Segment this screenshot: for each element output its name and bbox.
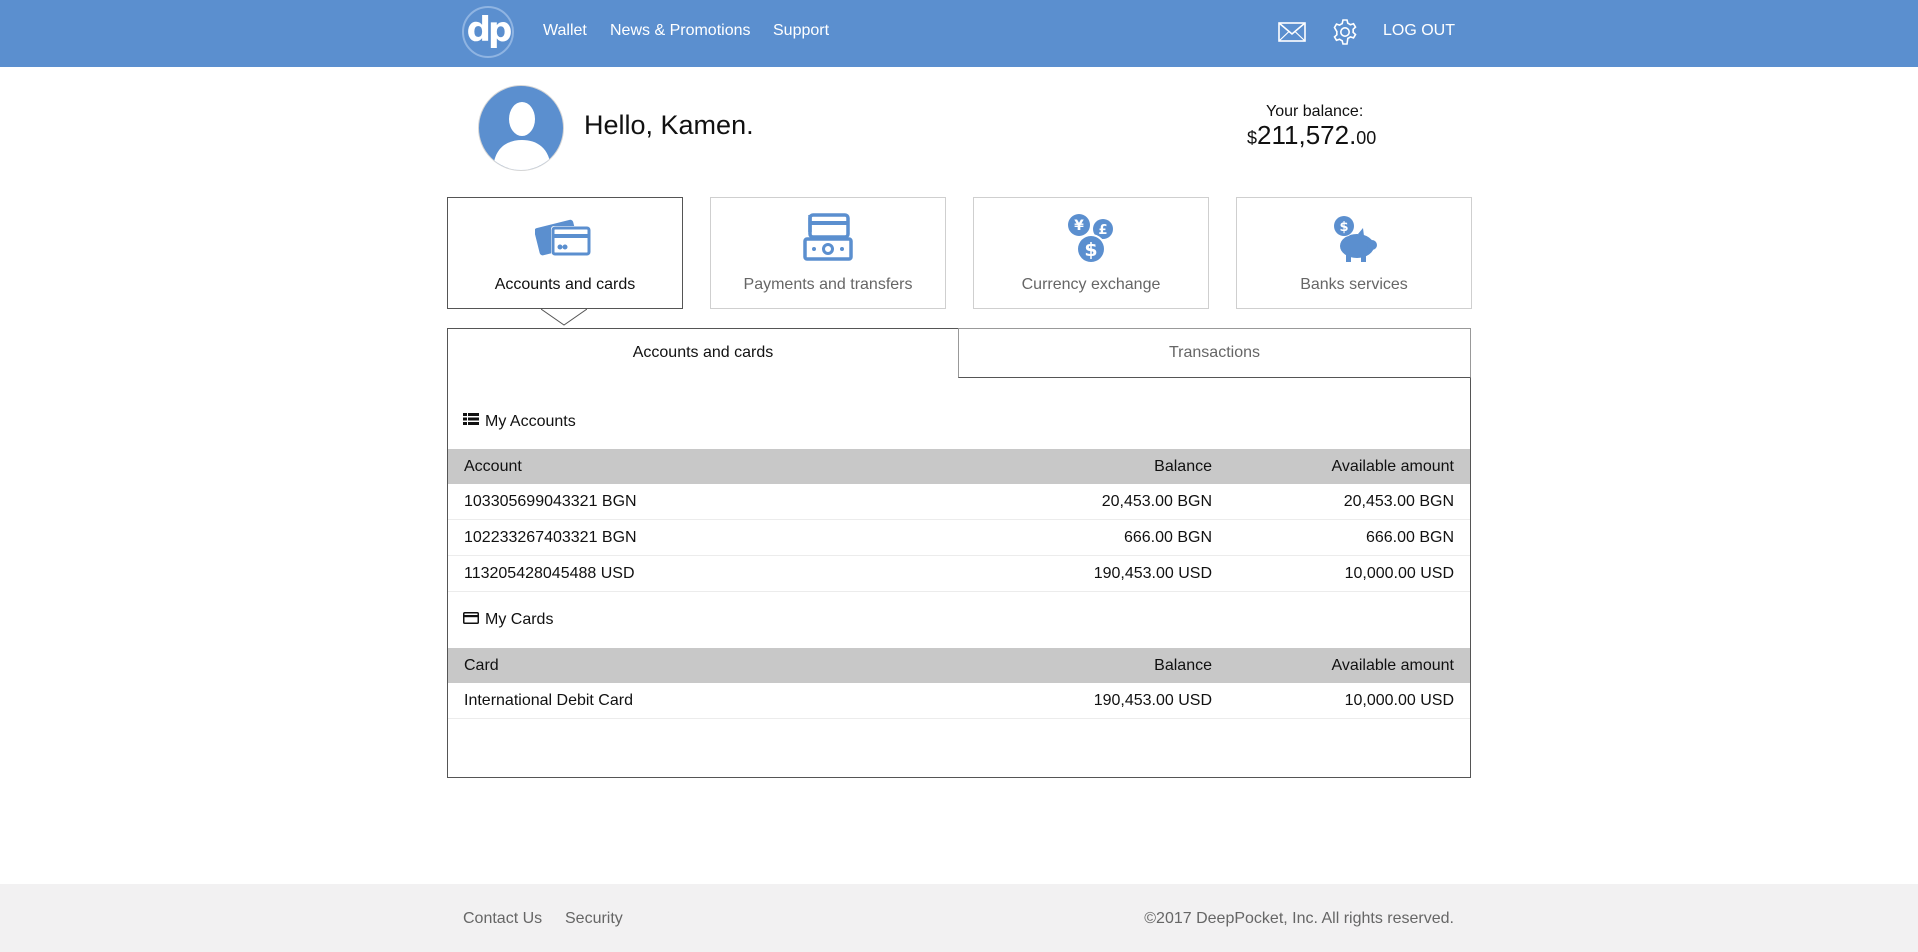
column-header: Available amount — [1331, 458, 1454, 475]
balance-cents: 00 — [1356, 128, 1377, 148]
table-row[interactable]: 102233267403321 BGN 666.00 BGN 666.00 BG… — [448, 520, 1470, 556]
tab-transactions[interactable]: Transactions — [958, 328, 1471, 378]
footer-security-link[interactable]: Security — [565, 910, 623, 928]
svg-text:£: £ — [1098, 223, 1107, 238]
currency-icon: ¥ £ $ — [1061, 212, 1121, 266]
list-icon — [463, 412, 479, 431]
svg-text:$: $ — [1084, 239, 1097, 261]
payments-icon — [798, 212, 858, 266]
column-header: Available amount — [1331, 657, 1454, 674]
top-navigation-bar: dp Wallet News & Promotions Support LOG … — [0, 0, 1918, 67]
account-number: 113205428045488 USD — [464, 565, 635, 582]
account-available: 20,453.00 BGN — [1343, 493, 1454, 510]
my-accounts-heading: My Accounts — [463, 412, 576, 431]
balance-amount: $211,572.00 — [1247, 120, 1376, 151]
nav-support[interactable]: Support — [773, 22, 829, 40]
account-available: 10,000.00 USD — [1344, 565, 1454, 582]
greeting: Hello, Kamen. — [584, 110, 754, 140]
gear-icon[interactable] — [1331, 18, 1359, 51]
column-header: Card — [464, 657, 499, 674]
balance-whole: 211,572. — [1257, 120, 1357, 150]
card-available: 10,000.00 USD — [1344, 692, 1454, 709]
service-banks-services[interactable]: $ Banks services — [1236, 197, 1472, 309]
column-header: Balance — [1154, 657, 1212, 674]
column-header: Balance — [1154, 458, 1212, 475]
footer-contact-us-link[interactable]: Contact Us — [463, 910, 542, 928]
service-label: Payments and transfers — [743, 276, 913, 293]
my-cards-heading: My Cards — [463, 611, 553, 629]
svg-text:¥: ¥ — [1074, 218, 1084, 234]
cards-icon — [534, 212, 595, 266]
cards-table-header: Card Balance Available amount — [448, 648, 1470, 683]
mail-icon[interactable] — [1278, 22, 1306, 47]
balance-label: Your balance: — [1266, 103, 1364, 120]
avatar — [478, 85, 564, 171]
column-header: Account — [464, 458, 522, 475]
account-balance: 190,453.00 USD — [1093, 565, 1212, 582]
card-icon — [463, 611, 479, 629]
table-row[interactable]: 113205428045488 USD 190,453.00 USD 10,00… — [448, 556, 1470, 592]
table-row[interactable]: 103305699043321 BGN 20,453.00 BGN 20,453… — [448, 484, 1470, 520]
account-available: 666.00 BGN — [1365, 529, 1454, 546]
service-label: Accounts and cards — [494, 276, 636, 293]
service-label: Banks services — [1300, 276, 1408, 293]
nav-wallet[interactable]: Wallet — [543, 22, 587, 40]
account-number: 102233267403321 BGN — [464, 529, 637, 546]
account-number: 103305699043321 BGN — [464, 493, 637, 510]
piggy-bank-icon: $ — [1324, 212, 1384, 266]
accounts-table-header: Account Balance Available amount — [448, 449, 1470, 484]
card-balance: 190,453.00 USD — [1093, 692, 1212, 709]
section-title-text: My Cards — [485, 611, 554, 628]
service-currency-exchange[interactable]: ¥ £ $ Currency exchange — [973, 197, 1209, 309]
dp-logo[interactable]: dp — [462, 6, 514, 58]
logout-button[interactable]: LOG OUT — [1383, 22, 1455, 40]
service-accounts-and-cards[interactable]: Accounts and cards — [447, 197, 683, 309]
account-balance: 20,453.00 BGN — [1101, 493, 1212, 510]
account-balance: 666.00 BGN — [1123, 529, 1212, 546]
service-payments-and-transfers[interactable]: Payments and transfers — [710, 197, 946, 309]
copyright: ©2017 DeepPocket, Inc. All rights reserv… — [1144, 910, 1454, 927]
footer: Contact Us Security ©2017 DeepPocket, In… — [0, 884, 1918, 952]
nav-news-promotions[interactable]: News & Promotions — [610, 22, 751, 40]
card-name: International Debit Card — [464, 692, 633, 709]
svg-text:$: $ — [1339, 220, 1348, 235]
tab-accounts-and-cards[interactable]: Accounts and cards — [447, 328, 959, 378]
active-tile-pointer — [541, 308, 587, 326]
section-title-text: My Accounts — [485, 412, 576, 430]
service-label: Currency exchange — [1021, 276, 1161, 293]
balance-currency: $ — [1247, 128, 1258, 148]
table-row[interactable]: International Debit Card 190,453.00 USD … — [448, 683, 1470, 719]
